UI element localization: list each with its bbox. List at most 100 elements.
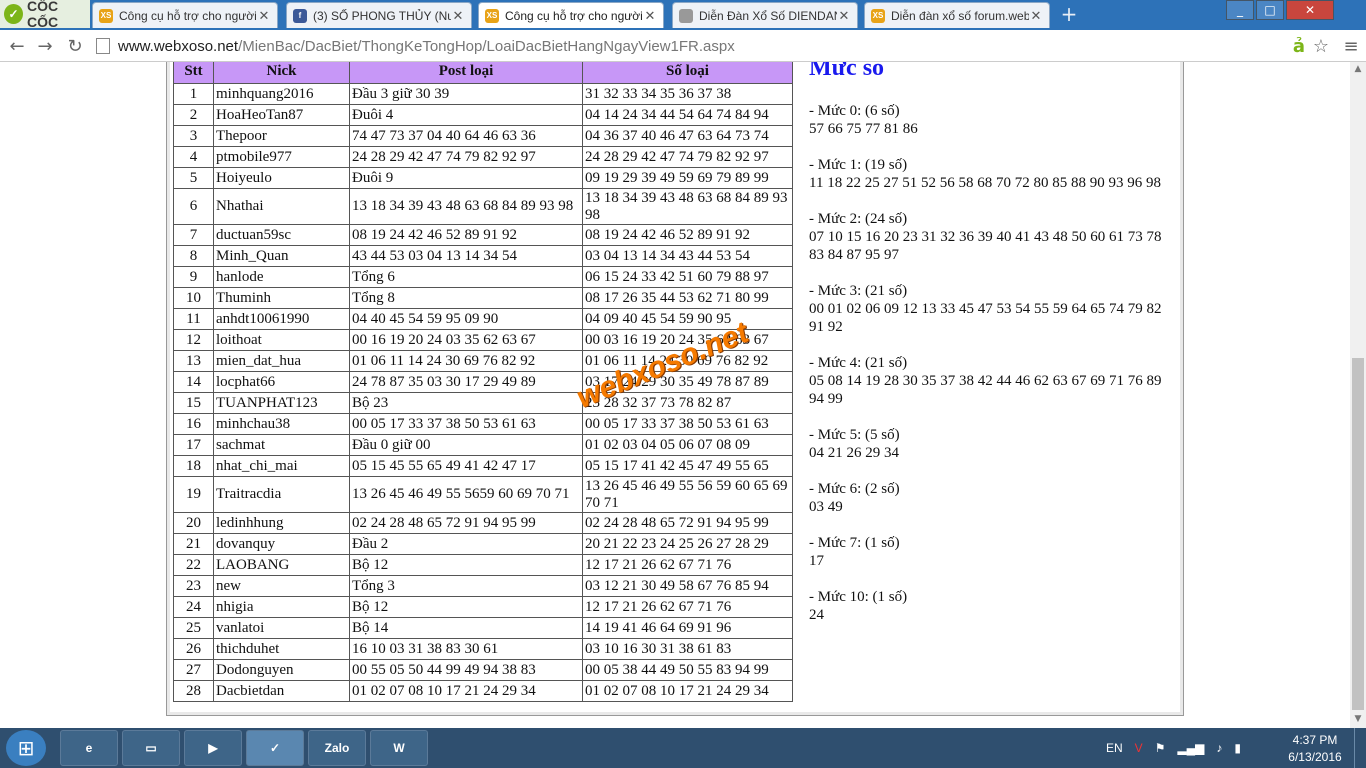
muc-level-numbers: 24 [809, 607, 824, 623]
tab-label: Công cụ hỗ trợ cho người [505, 8, 643, 23]
row-stt: 12 [173, 329, 214, 351]
row-stt: 19 [173, 476, 214, 513]
coccoc-extension-icon[interactable]: ả [1288, 36, 1310, 57]
table-row: 17 sachmat Đầu 0 giữ 00 01 02 03 04 05 06 0… [173, 434, 793, 456]
tab-close-icon[interactable]: ✕ [257, 8, 271, 24]
row-post-loai: 24 78 87 35 03 30 17 29 49 89 [349, 371, 583, 393]
table-row: 14 locphat66 24 78 87 35 03 30 17 29 49 89… [173, 371, 793, 393]
row-so-loai: 08 17 26 35 44 53 62 71 80 99 [582, 287, 793, 309]
row-stt: 11 [173, 308, 214, 330]
row-so-loai: 13 18 34 39 43 48 63 68 84 89 93 98 [582, 188, 793, 225]
row-nick: thichduhet [213, 638, 350, 660]
tab-bar: ✓ CỐC CỐC XS Công cụ hỗ trợ cho người ✕ f (3… [0, 0, 1366, 30]
tab-close-icon[interactable]: ✕ [1029, 8, 1043, 24]
browser-tab[interactable]: f (3) SỐ PHONG THỦY (Num ✕ [286, 2, 472, 28]
row-stt: 23 [173, 575, 214, 597]
clock-date: 6/13/2016 [1288, 750, 1342, 764]
start-button[interactable]: ⊞ [6, 730, 46, 766]
row-post-loai: Đuôi 4 [349, 104, 583, 126]
reload-icon[interactable]: ↻ [64, 36, 86, 57]
ie-icon[interactable]: e [60, 730, 118, 766]
media-player-icon[interactable]: ▶ [184, 730, 242, 766]
row-post-loai: Đầu 0 giữ 00 [349, 434, 583, 456]
back-icon[interactable]: ← [6, 36, 28, 57]
row-nick: nhigia [213, 596, 350, 618]
word-icon[interactable]: W [370, 730, 428, 766]
xs-favicon-icon: XS [99, 8, 113, 23]
header-nick: Nick [213, 62, 350, 84]
row-nick: Nhathai [213, 188, 350, 225]
muc-level-label: - Mức 6: (2 số) [809, 481, 900, 497]
browser-tab[interactable]: XS Công cụ hỗ trợ cho người ✕ [92, 2, 278, 28]
row-stt: 9 [173, 266, 214, 288]
menu-icon[interactable]: ≡ [1340, 36, 1362, 57]
muc-level-label: - Mức 7: (1 số) [809, 535, 900, 551]
language-indicator[interactable]: EN [1106, 741, 1123, 755]
table-row: 20 ledinhhung 02 24 28 48 65 72 91 94 95 9… [173, 512, 793, 534]
muc-level-numbers: 03 49 [809, 499, 843, 515]
row-so-loai: 02 24 28 48 65 72 91 94 95 99 [582, 512, 793, 534]
table-row: 4 ptmobile977 24 28 29 42 47 74 79 82 92 9… [173, 146, 793, 168]
close-window-button[interactable]: ✕ [1286, 0, 1334, 20]
network-icon[interactable]: ▂▄▆ [1177, 741, 1204, 755]
tab-close-icon[interactable]: ✕ [643, 8, 657, 24]
row-stt: 6 [173, 188, 214, 225]
scroll-up-icon[interactable]: ▲ [1350, 64, 1366, 76]
row-post-loai: Bộ 23 [349, 392, 583, 414]
muc-level: - Mức 2: (24 số) 07 10 15 16 20 23 31 32 … [809, 210, 1179, 264]
muc-so-panel: Mức số - Mức 0: (6 số) 57 66 75 77 81 86-… [809, 62, 1179, 642]
coccoc-menu-button[interactable]: ✓ CỐC CỐC [0, 0, 90, 30]
muc-level-numbers: 17 [809, 553, 824, 569]
row-nick: loithoat [213, 329, 350, 351]
zalo-icon[interactable]: Zalo [308, 730, 366, 766]
header-stt: Stt [173, 62, 214, 84]
row-so-loai: 06 15 24 33 42 51 60 79 88 97 [582, 266, 793, 288]
table-row: 27 Dodonguyen 00 55 05 50 44 99 49 94 38 8… [173, 659, 793, 681]
row-nick: new [213, 575, 350, 597]
table-row: 24 nhigia Bộ 12 12 17 21 26 62 67 71 76 [173, 596, 793, 618]
tab-close-icon[interactable]: ✕ [451, 8, 465, 24]
muc-level: - Mức 4: (21 số) 05 08 14 19 28 30 35 37 … [809, 354, 1179, 408]
row-post-loai: Tổng 8 [349, 287, 583, 309]
new-tab-button[interactable]: + [1058, 4, 1080, 24]
muc-level-label: - Mức 2: (24 số) [809, 211, 908, 227]
muc-level: - Mức 7: (1 số) 17 [809, 534, 1179, 570]
clock[interactable]: 4:37 PM 6/13/2016 [1286, 732, 1344, 766]
file-explorer-icon[interactable]: ▭ [122, 730, 180, 766]
xs-favicon-icon: XS [871, 8, 885, 23]
muc-level-label: - Mức 4: (21 số) [809, 355, 908, 371]
antivirus-icon[interactable]: V [1135, 741, 1143, 755]
url-bar[interactable]: www.webxoso.net /MienBac/DacBiet/ThongKe… [96, 35, 1326, 57]
row-nick: minhquang2016 [213, 83, 350, 105]
show-desktop-button[interactable] [1354, 728, 1366, 768]
header-so-loai: Số loại [582, 62, 793, 84]
coccoc-task-icon[interactable]: ✓ [246, 730, 304, 766]
content-frame: Stt Nick Post loại Số loại 1 minhquang201… [166, 62, 1184, 716]
battery-icon[interactable]: ▮ [1234, 741, 1241, 755]
browser-tab[interactable]: XS Diễn đàn xổ số forum.web ✕ [864, 2, 1050, 28]
row-post-loai: 00 16 19 20 24 03 35 62 63 67 [349, 329, 583, 351]
volume-icon[interactable]: ♪ [1216, 741, 1222, 755]
scroll-down-icon[interactable]: ▼ [1350, 714, 1366, 726]
row-so-loai: 12 17 21 26 62 67 71 76 [582, 554, 793, 576]
muc-level-label: - Mức 5: (5 số) [809, 427, 900, 443]
row-stt: 17 [173, 434, 214, 456]
row-nick: ductuan59sc [213, 224, 350, 246]
tab-close-icon[interactable]: ✕ [837, 8, 851, 24]
scroll-thumb[interactable] [1352, 358, 1364, 710]
minimize-button[interactable]: _ [1226, 0, 1254, 20]
browser-tab[interactable]: Diễn Đàn Xổ Số DIENDAN ✕ [672, 2, 858, 28]
bookmark-star-icon[interactable]: ☆ [1310, 36, 1332, 57]
row-stt: 26 [173, 638, 214, 660]
table-row: 25 vanlatoi Bộ 14 14 19 41 46 64 69 91 96 [173, 617, 793, 639]
table-row: 5 Hoiyeulo Đuôi 9 09 19 29 39 49 59 69 79 8… [173, 167, 793, 189]
browser-tab[interactable]: XS Công cụ hỗ trợ cho người ✕ [478, 2, 664, 28]
vertical-scrollbar[interactable]: ▲ ▼ [1350, 62, 1366, 728]
row-so-loai: 01 02 03 04 05 06 07 08 09 [582, 434, 793, 456]
table-row: 8 Minh_Quan 43 44 53 03 04 13 14 34 54 03 0… [173, 245, 793, 267]
row-stt: 4 [173, 146, 214, 168]
row-stt: 24 [173, 596, 214, 618]
maximize-button[interactable]: □ [1256, 0, 1284, 20]
flag-icon[interactable]: ⚑ [1155, 741, 1166, 755]
forward-icon[interactable]: → [34, 36, 56, 57]
